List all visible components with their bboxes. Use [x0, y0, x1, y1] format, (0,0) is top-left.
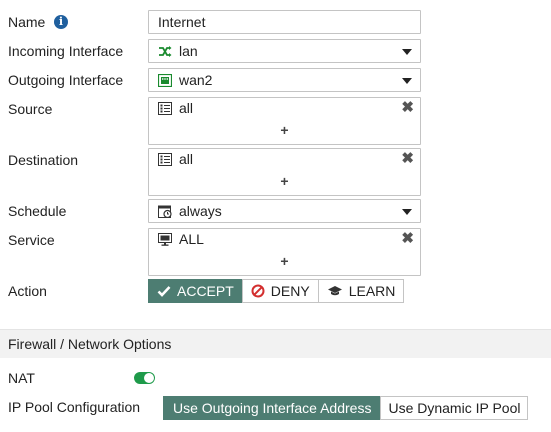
source-field[interactable]: all ✖ +	[148, 97, 421, 145]
service-field[interactable]: ALL ✖ +	[148, 228, 421, 276]
use-dynamic-ip-pool-label: Use Dynamic IP Pool	[388, 400, 521, 416]
incoming-interface-value: lan	[179, 43, 198, 59]
ip-pool-label: IP Pool Configuration	[8, 399, 141, 415]
name-value: Internet	[158, 14, 206, 30]
outgoing-interface-label: Outgoing Interface	[8, 72, 124, 88]
service-label: Service	[8, 232, 55, 248]
schedule-clock-icon	[158, 205, 172, 218]
toggle-knob	[144, 373, 154, 383]
incoming-interface-label: Incoming Interface	[8, 43, 124, 59]
name-input[interactable]: Internet	[148, 10, 421, 34]
nat-label: NAT	[8, 370, 35, 386]
action-button-group: ACCEPT DENY LEARN	[148, 279, 405, 303]
close-icon[interactable]: ✖	[401, 99, 414, 117]
action-label: Action	[8, 283, 47, 299]
deny-button[interactable]: DENY	[241, 279, 319, 303]
add-destination-button[interactable]: +	[149, 174, 420, 188]
info-icon[interactable]: i	[54, 15, 68, 29]
accept-button[interactable]: ACCEPT	[148, 279, 243, 303]
chevron-down-icon	[402, 78, 412, 84]
source-label: Source	[8, 101, 53, 117]
learn-label: LEARN	[348, 283, 396, 299]
outgoing-interface-select[interactable]: wan2	[148, 68, 421, 92]
destination-label: Destination	[8, 152, 79, 168]
address-list-icon	[158, 102, 172, 115]
learn-button[interactable]: LEARN	[317, 279, 405, 303]
nat-toggle[interactable]	[134, 372, 155, 384]
use-outgoing-interface-address-label: Use Outgoing Interface Address	[173, 400, 372, 416]
chevron-down-icon	[402, 209, 412, 215]
ip-pool-button-group: Use Outgoing Interface Address Use Dynam…	[163, 396, 529, 420]
mortarboard-icon	[327, 285, 343, 297]
shuffle-icon	[159, 46, 172, 57]
use-outgoing-interface-address-button[interactable]: Use Outgoing Interface Address	[163, 396, 382, 420]
add-source-button[interactable]: +	[149, 123, 420, 137]
service-value: ALL	[179, 231, 204, 247]
close-icon[interactable]: ✖	[401, 150, 414, 168]
schedule-value: always	[179, 203, 222, 219]
destination-value: all	[179, 151, 194, 167]
name-label: Name	[8, 14, 46, 30]
use-dynamic-ip-pool-button[interactable]: Use Dynamic IP Pool	[380, 396, 529, 420]
incoming-interface-select[interactable]: lan	[148, 39, 421, 63]
address-list-icon	[158, 153, 172, 166]
add-service-button[interactable]: +	[149, 254, 420, 268]
schedule-select[interactable]: always	[148, 199, 421, 223]
chevron-down-icon	[402, 49, 412, 55]
deny-label: DENY	[270, 283, 310, 299]
firewall-network-options-header: Firewall / Network Options	[0, 329, 551, 358]
deny-icon	[251, 284, 265, 298]
destination-field[interactable]: all ✖ +	[148, 148, 421, 196]
service-monitor-icon	[158, 233, 172, 246]
check-icon	[157, 285, 171, 297]
outgoing-interface-value: wan2	[179, 72, 213, 88]
source-value: all	[179, 100, 194, 116]
accept-label: ACCEPT	[177, 283, 234, 299]
port-icon	[158, 74, 172, 87]
section-title: Firewall / Network Options	[8, 336, 172, 352]
close-icon[interactable]: ✖	[401, 230, 414, 248]
schedule-label: Schedule	[8, 203, 67, 219]
